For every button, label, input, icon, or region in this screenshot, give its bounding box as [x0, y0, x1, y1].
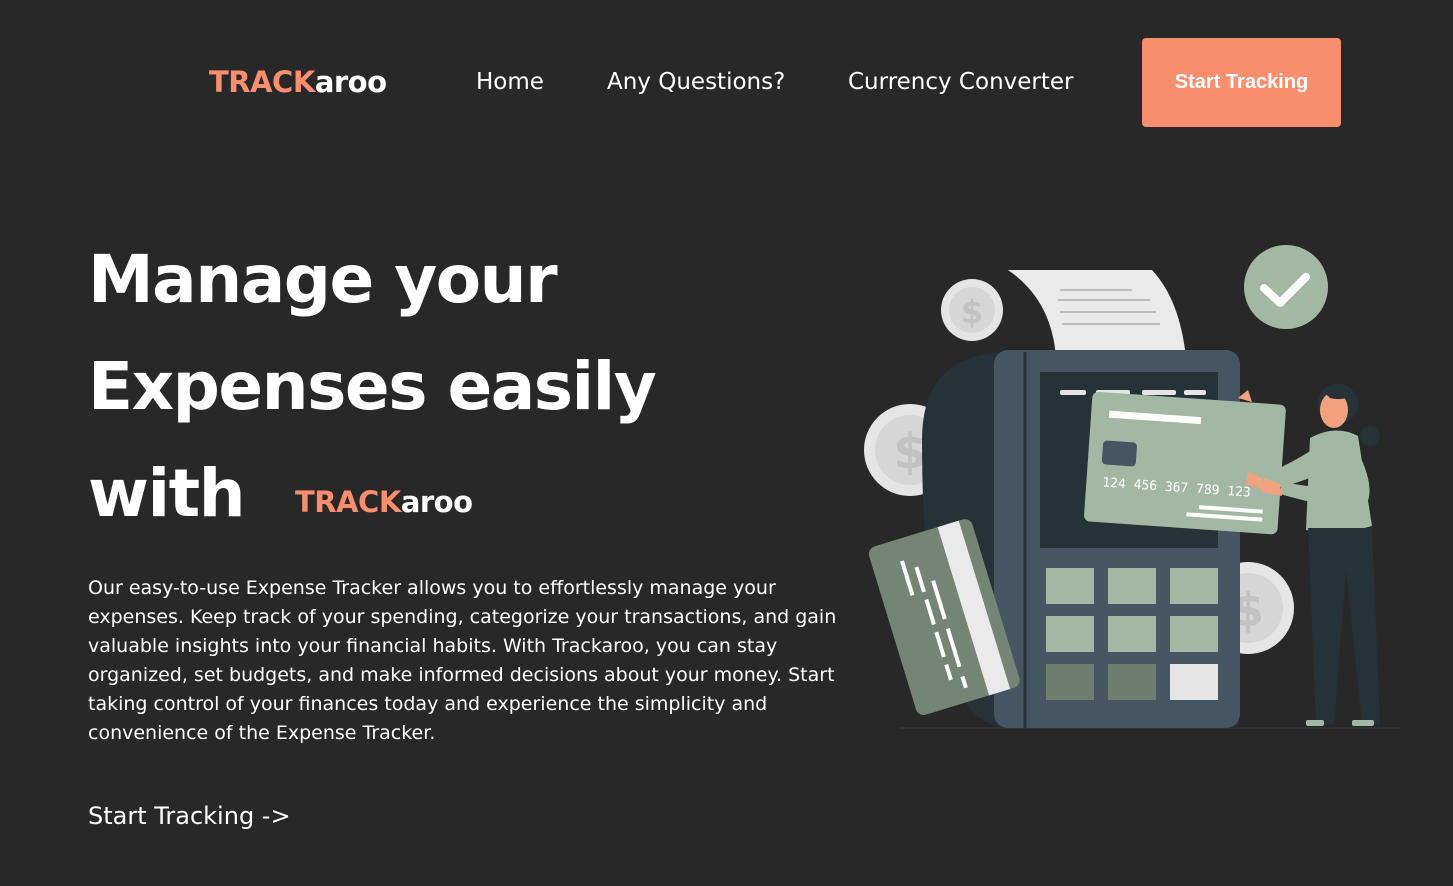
nav-link-any-questions[interactable]: Any Questions? [607, 66, 785, 98]
hero-title-line-1: Manage your [88, 241, 558, 318]
svg-text:$: $ [893, 424, 926, 480]
receipt-icon [1008, 270, 1186, 358]
hero-brand-track-text: TRACK [295, 485, 401, 519]
hero-illustration: $ $ $ 124 456 367 789 123 [864, 245, 1400, 729]
logo-track-text: TRACK [209, 65, 315, 99]
hero-description: Our easy-to-use Expense Tracker allows y… [88, 577, 837, 744]
nav-link-currency-converter[interactable]: Currency Converter [848, 66, 1074, 98]
nav-link-home[interactable]: Home [476, 66, 544, 98]
hero-brand-logo: TRACKaroo [295, 484, 473, 520]
hero-start-tracking-link[interactable]: Start Tracking -> [88, 800, 291, 832]
coin-icon: $ [941, 279, 1003, 341]
credit-card-icon: 124 456 367 789 123 [1084, 391, 1286, 535]
page: TRACKaroo Home Any Questions? Currency C… [0, 0, 1453, 886]
hero-brand-aroo-text: aroo [400, 485, 473, 519]
svg-text:$: $ [961, 293, 983, 331]
brand-logo[interactable]: TRACKaroo [209, 64, 387, 100]
logo-aroo-text: aroo [314, 65, 387, 99]
checkmark-icon [1244, 245, 1328, 329]
hand-detail [1238, 390, 1252, 402]
start-tracking-button[interactable]: Start Tracking [1142, 38, 1341, 127]
hero-title-line-2: Expenses easily [88, 348, 657, 425]
